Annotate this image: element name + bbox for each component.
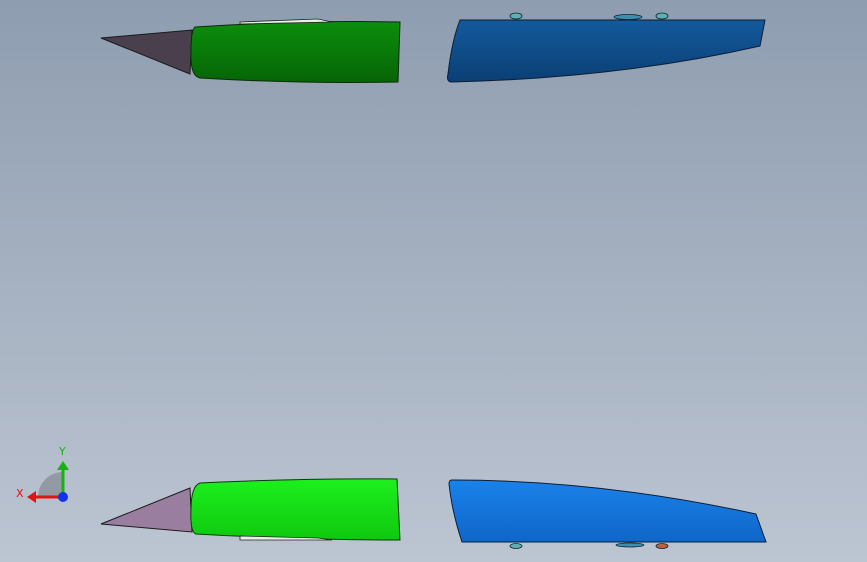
top-nose-cone[interactable] (100, 29, 193, 75)
top-assembly[interactable] (100, 12, 766, 83)
triad-y-label: Y (58, 445, 66, 458)
reference-triad[interactable]: Y X (16, 445, 69, 503)
bottom-nose-cone[interactable] (100, 487, 193, 533)
triad-x-label: X (16, 487, 24, 500)
top-body-section[interactable] (190, 21, 401, 83)
bottom-assembly[interactable] (100, 478, 767, 549)
bottom-tail-fittings (509, 542, 669, 549)
top-tail-fittings (509, 12, 669, 20)
bottom-tail-section[interactable] (448, 479, 767, 543)
bottom-body-section[interactable] (190, 478, 401, 541)
triad-plane-quadrant (38, 472, 63, 497)
top-tail-section[interactable] (447, 19, 766, 83)
triad-y-arrowhead (57, 461, 69, 470)
triad-z-axis (58, 492, 68, 502)
graphics-viewport[interactable]: Y X (0, 0, 867, 562)
triad-x-arrowhead (27, 491, 36, 503)
